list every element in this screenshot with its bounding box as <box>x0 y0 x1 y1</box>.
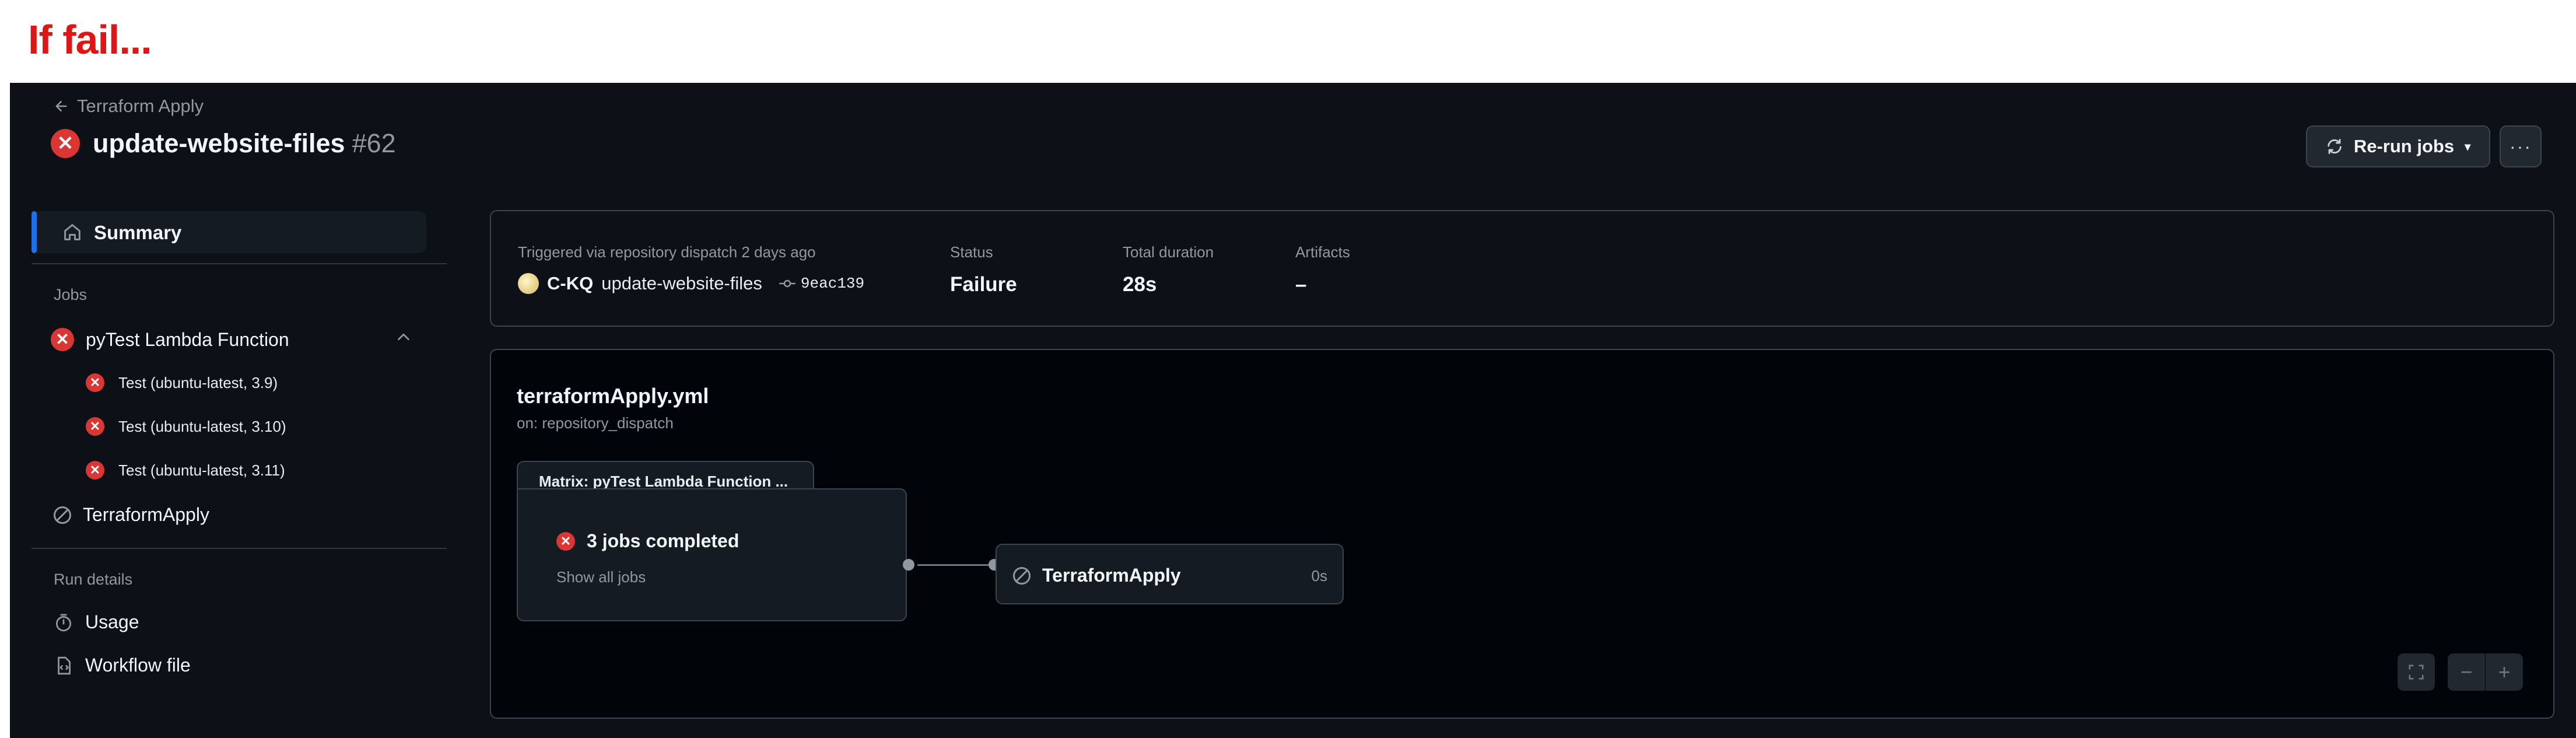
artifacts-value: – <box>1295 273 1307 296</box>
failure-x-icon: ✕ <box>51 328 74 351</box>
usage-label: Usage <box>85 611 139 632</box>
workflow-file-name: terraformApply.yml <box>517 384 709 408</box>
sync-icon <box>2326 138 2343 155</box>
actions-run-page: Terraform Apply ✕ update-website-files #… <box>10 83 2576 738</box>
caret-down-icon: ▾ <box>2465 140 2471 153</box>
commit-link[interactable]: 9eac139 <box>779 275 864 292</box>
show-all-jobs-link[interactable]: Show all jobs <box>556 568 646 586</box>
fullscreen-button[interactable] <box>2398 653 2435 691</box>
zoom-out-button[interactable]: − <box>2448 653 2485 691</box>
terraformapply-job-box[interactable]: TerraformApply 0s <box>996 544 1344 604</box>
connector-dot <box>903 559 914 571</box>
avatar[interactable] <box>518 273 539 294</box>
sidebar-item-terraformapply[interactable]: TerraformApply <box>54 504 209 526</box>
matrix-tab: Matrix: pyTest Lambda Function ... <box>517 461 814 490</box>
run-name: update-website-files <box>93 128 345 158</box>
zoom-in-button[interactable]: + <box>2486 653 2523 691</box>
trigger-details: C-KQ update-website-files 9eac139 <box>518 273 864 294</box>
terraformapply-job: TerraformApply <box>1013 565 1181 586</box>
sidebar-divider <box>31 548 447 549</box>
sidebar-item-test-3-10[interactable]: ✕ Test (ubuntu-latest, 3.10) <box>86 417 286 436</box>
job-group-label: pyTest Lambda Function <box>86 328 289 350</box>
home-icon <box>62 222 83 243</box>
failure-x-icon: ✕ <box>86 461 104 480</box>
skipped-icon <box>54 506 71 524</box>
back-link-label: Terraform Apply <box>77 96 204 116</box>
sub-job-label: Test (ubuntu-latest, 3.9) <box>118 373 278 391</box>
duration-value: 28s <box>1123 273 1157 296</box>
failure-x-icon: ✕ <box>556 531 575 551</box>
slide-caption: If fail... <box>28 17 152 62</box>
sub-job-label: Test (ubuntu-latest, 3.10) <box>118 417 286 435</box>
jobs-heading: Jobs <box>54 286 87 303</box>
sidebar-item-pytest-lambda[interactable]: ✕ pyTest Lambda Function <box>51 328 289 351</box>
stopwatch-icon <box>54 613 73 632</box>
more-options-button[interactable]: ··· <box>2500 125 2542 167</box>
sidebar-item-test-3-9[interactable]: ✕ Test (ubuntu-latest, 3.9) <box>86 373 278 392</box>
branch-name[interactable]: update-website-files <box>601 273 762 294</box>
back-link[interactable]: Terraform Apply <box>54 96 204 117</box>
sidebar-divider <box>31 263 447 264</box>
rerun-jobs-label: Re-run jobs <box>2353 136 2455 156</box>
terraformapply-job-label: TerraformApply <box>1042 565 1181 586</box>
sub-job-label: Test (ubuntu-latest, 3.11) <box>118 461 285 479</box>
minus-icon: − <box>2460 660 2473 684</box>
terraformapply-duration: 0s <box>1311 567 1327 585</box>
active-indicator <box>31 211 37 253</box>
plus-icon: + <box>2498 660 2511 684</box>
workflow-file-label: Workflow file <box>85 655 191 676</box>
run-number: #62 <box>352 128 396 158</box>
kebab-horizontal-icon: ··· <box>2510 135 2532 157</box>
failure-x-icon: ✕ <box>86 417 104 436</box>
duration-label: Total duration <box>1123 243 1214 261</box>
commit-sha: 9eac139 <box>800 275 865 292</box>
rerun-jobs-button[interactable]: Re-run jobs ▾ <box>2306 125 2490 167</box>
matrix-status: ✕ 3 jobs completed <box>556 530 739 552</box>
arrow-left-icon <box>54 99 69 114</box>
trigger-text: Triggered via repository dispatch 2 days… <box>518 243 816 261</box>
sidebar-item-workflow-file[interactable]: Workflow file <box>54 655 191 676</box>
sidebar-item-test-3-11[interactable]: ✕ Test (ubuntu-latest, 3.11) <box>86 461 285 480</box>
sidebar-item-usage[interactable]: Usage <box>54 611 139 633</box>
matrix-job-box[interactable]: ✕ 3 jobs completed Show all jobs <box>517 488 907 621</box>
sidebar-item-summary[interactable]: Summary <box>31 211 426 253</box>
matrix-status-label: 3 jobs completed <box>587 530 739 551</box>
sidebar-summary-label: Summary <box>94 222 182 243</box>
status-label: Status <box>950 243 993 261</box>
run-summary-box: Triggered via repository dispatch 2 days… <box>490 210 2554 327</box>
skipped-icon <box>1013 566 1031 585</box>
artifacts-label: Artifacts <box>1295 243 1350 261</box>
job-connector-line <box>917 564 994 566</box>
git-commit-icon <box>779 278 796 289</box>
failure-x-icon: ✕ <box>86 373 104 392</box>
actor-name[interactable]: C-KQ <box>547 273 593 294</box>
workflow-graph: terraformApply.yml on: repository_dispat… <box>490 349 2554 719</box>
file-code-icon <box>54 656 73 676</box>
terraform-job-label: TerraformApply <box>83 504 209 525</box>
run-title: ✕ update-website-files #62 <box>51 128 396 159</box>
status-value: Failure <box>950 273 1017 296</box>
failure-x-icon: ✕ <box>51 129 80 158</box>
chevron-up-icon[interactable] <box>395 328 412 350</box>
screen-full-icon <box>2409 664 2424 680</box>
run-details-heading: Run details <box>54 571 133 588</box>
workflow-trigger: on: repository_dispatch <box>517 414 674 432</box>
